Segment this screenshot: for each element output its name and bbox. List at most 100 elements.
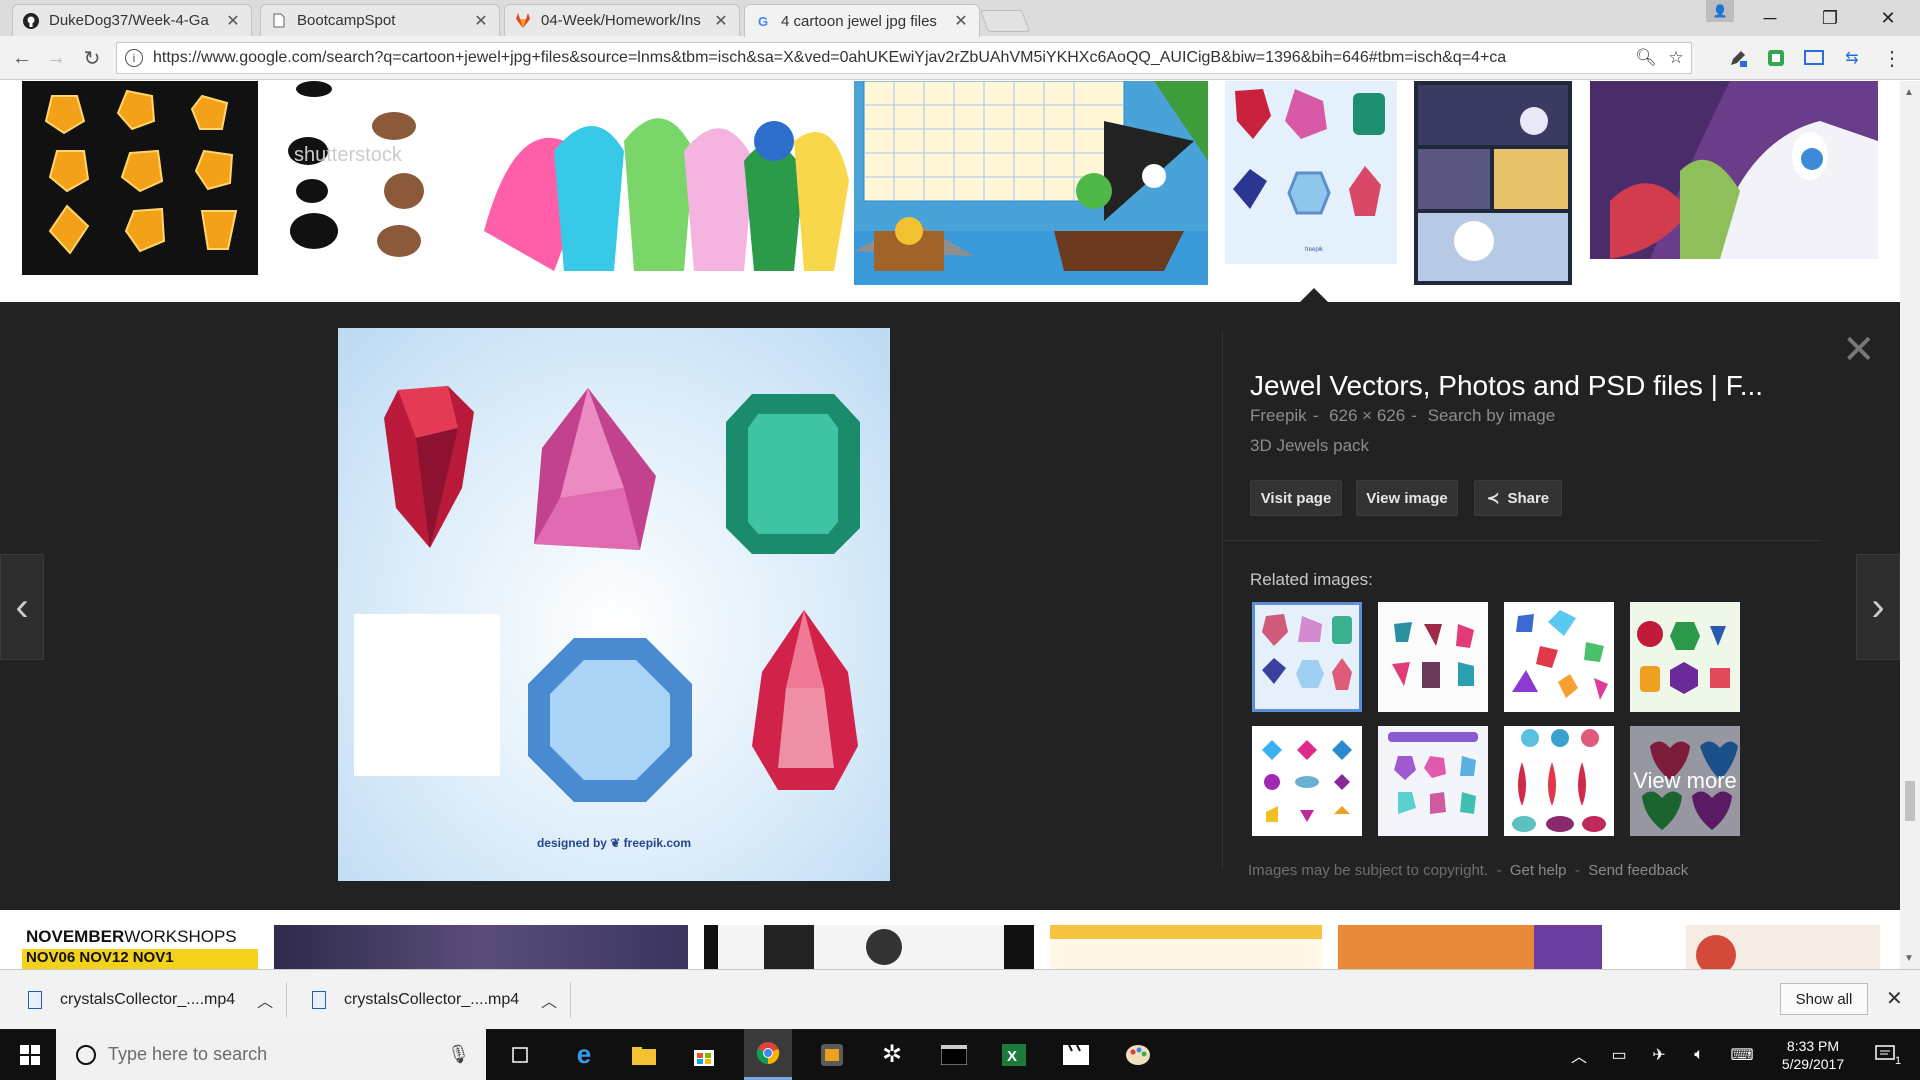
window-close-icon[interactable]: ✕	[1858, 0, 1918, 36]
tab-google-images[interactable]: G 4 cartoon jewel jpg files ✕	[744, 4, 980, 37]
show-all-button[interactable]: Show all	[1780, 983, 1868, 1015]
tab-bootcampspot[interactable]: BootcampSpot ✕	[260, 4, 500, 36]
result-thumb-candy-game[interactable]	[1338, 925, 1602, 969]
result-thumb-selected-jewels[interactable]: freepik	[1225, 81, 1397, 264]
sublime-icon[interactable]	[808, 1029, 856, 1080]
cast-extension-icon[interactable]	[1802, 46, 1826, 70]
related-image-1[interactable]	[1252, 602, 1362, 712]
bookmark-star-icon[interactable]: ☆	[1661, 48, 1691, 68]
related-image-6[interactable]	[1378, 726, 1488, 836]
result-thumb-workshops-banner[interactable]: NOVEMBERWORKSHOPS NOV06 NOV12 NOV1	[22, 925, 258, 969]
result-thumb-comic-bw[interactable]	[704, 925, 1034, 969]
scrollbar-thumb[interactable]	[1905, 781, 1915, 821]
green-extension-icon[interactable]	[1764, 46, 1788, 70]
divider	[570, 982, 571, 1018]
minimize-icon[interactable]: ─	[1740, 0, 1800, 36]
battery-icon[interactable]: ▭	[1604, 1029, 1634, 1080]
excel-icon[interactable]: X	[990, 1029, 1038, 1080]
related-image-7[interactable]	[1504, 726, 1614, 836]
result-thumb-pirate-chart[interactable]	[854, 81, 1208, 285]
file-explorer-icon[interactable]	[620, 1029, 668, 1080]
result-thumb-gold-gems[interactable]	[22, 81, 258, 275]
start-icon[interactable]	[6, 1029, 54, 1080]
viewer-next-button[interactable]: ›	[1856, 554, 1900, 660]
volume-icon[interactable]: 🔈︎	[1684, 1029, 1714, 1080]
new-tab-button[interactable]	[979, 10, 1031, 32]
tray-chevron-icon[interactable]: ︿	[1564, 1029, 1594, 1080]
downloads-close-icon[interactable]: ✕	[1886, 986, 1903, 1011]
back-icon[interactable]: ←	[8, 44, 36, 72]
store-icon[interactable]	[680, 1029, 728, 1080]
chevron-up-icon[interactable]: ︿	[541, 988, 557, 1012]
menu-icon[interactable]: ⋮	[1880, 46, 1904, 70]
clock-time: 8:33 PM	[1786, 1038, 1840, 1054]
chrome-icon[interactable]	[744, 1029, 792, 1080]
visit-page-button[interactable]: Visit page	[1250, 480, 1342, 516]
zoom-icon[interactable]: 🔍︎	[1631, 48, 1661, 68]
divider	[286, 982, 287, 1018]
address-bar[interactable]: i https://www.google.com/search?q=cartoo…	[116, 42, 1692, 74]
task-view-icon[interactable]	[496, 1029, 544, 1080]
result-thumb-fairy-text[interactable]	[1686, 925, 1880, 969]
get-help-link[interactable]: Get help	[1510, 862, 1567, 879]
restore-icon[interactable]: ❐	[1800, 0, 1860, 36]
image-dimensions: 626 × 626	[1329, 406, 1406, 425]
view-more-tile[interactable]: View more	[1630, 726, 1740, 836]
tab-close-icon[interactable]: ✕	[473, 11, 489, 31]
chevron-up-icon[interactable]: ︿	[257, 988, 273, 1012]
result-thumb-cartoon-characters[interactable]	[474, 81, 854, 275]
terminal-icon[interactable]	[930, 1029, 978, 1080]
result-thumb-bug-silhouettes[interactable]: shutterstock	[274, 81, 450, 275]
url-text[interactable]: https://www.google.com/search?q=cartoon+…	[153, 49, 1631, 67]
taskbar-clock[interactable]: 8:33 PM 5/29/2017	[1770, 1037, 1856, 1073]
pen-extension-icon[interactable]	[1726, 46, 1750, 70]
result-thumb-kids-game[interactable]	[1050, 925, 1322, 969]
microphone-icon[interactable]: 🎙︎	[447, 1044, 470, 1065]
viewer-close-icon[interactable]: ✕	[1842, 330, 1876, 370]
slack-icon[interactable]: ✲	[868, 1029, 916, 1080]
arrows-extension-icon[interactable]: ⇆	[1840, 46, 1864, 70]
download-item[interactable]: crystalsCollector_....mp4 ︿	[312, 978, 557, 1022]
related-image-4[interactable]	[1630, 602, 1740, 712]
search-by-image-link[interactable]: Search by image	[1428, 406, 1556, 425]
profile-icon[interactable]: 👤	[1706, 0, 1734, 22]
paint-icon[interactable]	[1114, 1029, 1162, 1080]
reload-icon[interactable]: ↻	[78, 44, 106, 72]
image-title[interactable]: Jewel Vectors, Photos and PSD files | F.…	[1250, 370, 1810, 402]
tab-close-icon[interactable]: ✕	[713, 11, 729, 31]
clock-date: 5/29/2017	[1781, 1056, 1845, 1072]
related-image-2[interactable]	[1378, 602, 1488, 712]
svg-text:freepik: freepik	[1305, 247, 1324, 253]
edge-icon[interactable]: e	[560, 1029, 608, 1080]
page-icon	[271, 13, 287, 29]
tab-close-icon[interactable]: ✕	[953, 11, 969, 31]
action-center-icon[interactable]: 1	[1866, 1029, 1910, 1080]
related-image-3[interactable]	[1504, 602, 1614, 712]
related-images-label: Related images:	[1250, 570, 1373, 589]
related-image-5[interactable]	[1252, 726, 1362, 836]
view-image-button[interactable]: View image	[1356, 480, 1458, 516]
tab-github[interactable]: DukeDog37/Week-4-Ga ✕	[12, 4, 252, 36]
result-thumb-purple-scene[interactable]	[274, 925, 688, 969]
tab-gitlab[interactable]: 04-Week/Homework/Ins ✕	[504, 4, 740, 36]
send-feedback-link[interactable]: Send feedback	[1588, 862, 1688, 879]
result-thumb-unicorn[interactable]	[1590, 81, 1878, 259]
taskbar-search-box[interactable]: Type here to search 🎙︎	[56, 1029, 486, 1080]
share-button[interactable]: ≺ Share	[1474, 480, 1562, 516]
download-item[interactable]: crystalsCollector_....mp4 ︿	[28, 978, 273, 1022]
scroll-up-icon[interactable]: ▲	[1904, 87, 1914, 98]
preview-image[interactable]: designed by ❦ freepik.com	[338, 328, 890, 881]
panel-divider	[1222, 330, 1223, 870]
airplane-mode-icon[interactable]: ✈	[1644, 1029, 1674, 1080]
page-scrollbar[interactable]: ▲ ▼	[1900, 81, 1920, 969]
share-icon: ≺	[1486, 490, 1500, 507]
keyboard-icon[interactable]: ⌨	[1724, 1029, 1760, 1080]
forward-icon[interactable]: →	[42, 44, 70, 72]
scroll-down-icon[interactable]: ▼	[1904, 953, 1914, 964]
video-editor-icon[interactable]	[1052, 1029, 1100, 1080]
viewer-prev-button[interactable]: ‹	[0, 554, 44, 660]
tab-close-icon[interactable]: ✕	[225, 11, 241, 31]
site-info-icon[interactable]: i	[125, 49, 143, 67]
result-thumb-comic-page[interactable]	[1414, 81, 1572, 285]
downloads-bar: crystalsCollector_....mp4 ︿ crystalsColl…	[0, 969, 1920, 1029]
